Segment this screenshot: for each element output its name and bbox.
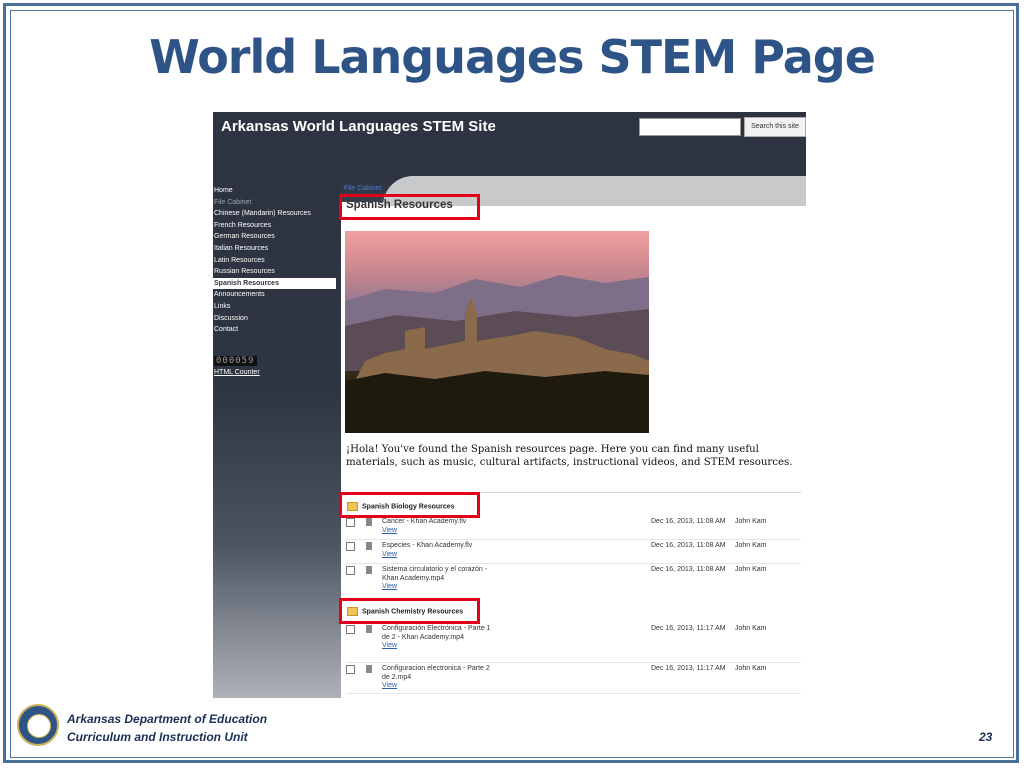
- intro-text: ¡Hola! You've found the Spanish resource…: [346, 444, 793, 468]
- site-title: Arkansas World Languages STEM Site: [221, 118, 496, 135]
- highlight-box-chemistry: [339, 598, 480, 624]
- file-checkbox[interactable]: [346, 518, 355, 527]
- sidebar-item-home[interactable]: Home: [213, 185, 341, 197]
- view-link[interactable]: View: [382, 682, 492, 691]
- highlight-box-heading: [339, 194, 480, 220]
- file-icon: [366, 625, 372, 633]
- file-date: Dec 16, 2013, 11:08 AM: [651, 542, 726, 549]
- sidebar-item-contact[interactable]: Contact: [213, 324, 341, 336]
- sidebar-item-spanish[interactable]: Spanish Resources: [213, 277, 336, 290]
- file-author: John Kam: [735, 542, 767, 549]
- file-name-text[interactable]: Configuración Electrónica - Parte 1 de 2…: [382, 625, 491, 641]
- file-author: John Kam: [735, 518, 767, 525]
- sidebar-nav: Home File Cabinet Chinese (Mandarin) Res…: [213, 185, 341, 336]
- file-date: Dec 16, 2013, 11:17 AM: [651, 625, 726, 632]
- sidebar-item-french[interactable]: French Resources: [213, 220, 341, 232]
- file-name: Especies - Khan Academy.flv View: [382, 542, 492, 559]
- file-date: Dec 16, 2013, 11:08 AM: [651, 518, 726, 525]
- row-divider: [346, 563, 801, 564]
- file-author: John Kam: [735, 625, 767, 632]
- row-divider: [346, 539, 801, 540]
- file-icon: [366, 665, 372, 673]
- row-divider: [346, 662, 801, 663]
- file-checkbox[interactable]: [346, 665, 355, 674]
- footer-department: Arkansas Department of Education: [67, 712, 268, 726]
- alhambra-photo: [345, 231, 649, 433]
- file-name-text[interactable]: Especies - Khan Academy.flv: [382, 542, 472, 549]
- sidebar-item-announcements[interactable]: Announcements: [213, 289, 341, 301]
- file-date: Dec 16, 2013, 11:08 AM: [651, 566, 726, 573]
- seal-center: [27, 714, 51, 738]
- sidebar-item-latin[interactable]: Latin Resources: [213, 255, 341, 267]
- sidebar-item-chinese[interactable]: Chinese (Mandarin) Resources: [213, 208, 341, 220]
- file-checkbox[interactable]: [346, 542, 355, 551]
- breadcrumb[interactable]: File Cabinet: [344, 185, 381, 192]
- file-checkbox[interactable]: [346, 566, 355, 575]
- view-link[interactable]: View: [382, 551, 492, 560]
- file-icon: [366, 518, 372, 526]
- file-checkbox[interactable]: [346, 625, 355, 634]
- website-screenshot: Arkansas World Languages STEM Site Searc…: [213, 112, 806, 698]
- file-name-text[interactable]: Sistema circulatorio y el corazón - Khan…: [382, 566, 487, 582]
- sidebar-item-russian[interactable]: Russian Resources: [213, 266, 341, 278]
- row-divider: [346, 693, 801, 694]
- highlight-box-biology: [339, 492, 480, 518]
- search-input[interactable]: [639, 118, 741, 136]
- file-author: John Kam: [735, 566, 767, 573]
- file-author: John Kam: [735, 665, 767, 672]
- file-icon: [366, 542, 372, 550]
- search-button[interactable]: Search this site: [744, 117, 806, 137]
- view-link[interactable]: View: [382, 642, 492, 651]
- file-name: Configuracion electronica - Parte 2 de 2…: [382, 665, 492, 691]
- slide-title: World Languages STEM Page: [149, 30, 876, 84]
- view-link[interactable]: View: [382, 527, 492, 536]
- footer-unit: Curriculum and Instruction Unit: [67, 730, 248, 744]
- slide-page-number: 23: [979, 730, 993, 744]
- sidebar-item-links[interactable]: Links: [213, 301, 341, 313]
- file-icon: [366, 566, 372, 574]
- file-name-text[interactable]: Cancer - Khan Academy.flv: [382, 518, 466, 525]
- sidebar-item-italian[interactable]: Italian Resources: [213, 243, 341, 255]
- site-header: Arkansas World Languages STEM Site Searc…: [213, 112, 806, 182]
- view-link[interactable]: View: [382, 583, 492, 592]
- file-name-text[interactable]: Configuracion electronica - Parte 2 de 2…: [382, 665, 490, 681]
- file-date: Dec 16, 2013, 11:17 AM: [651, 665, 726, 672]
- file-name: Configuración Electrónica - Parte 1 de 2…: [382, 625, 492, 651]
- file-name: Sistema circulatorio y el corazón - Khan…: [382, 566, 492, 592]
- sidebar-item-discussion[interactable]: Discussion: [213, 313, 341, 325]
- sidebar-item-file-cabinet[interactable]: File Cabinet: [213, 197, 341, 209]
- file-name: Cancer - Khan Academy.flv View: [382, 518, 492, 535]
- html-counter-link[interactable]: HTML Counter: [214, 369, 260, 376]
- hit-counter: 000059: [214, 356, 257, 366]
- sidebar-item-german[interactable]: German Resources: [213, 231, 341, 243]
- ade-seal-logo: [17, 704, 59, 746]
